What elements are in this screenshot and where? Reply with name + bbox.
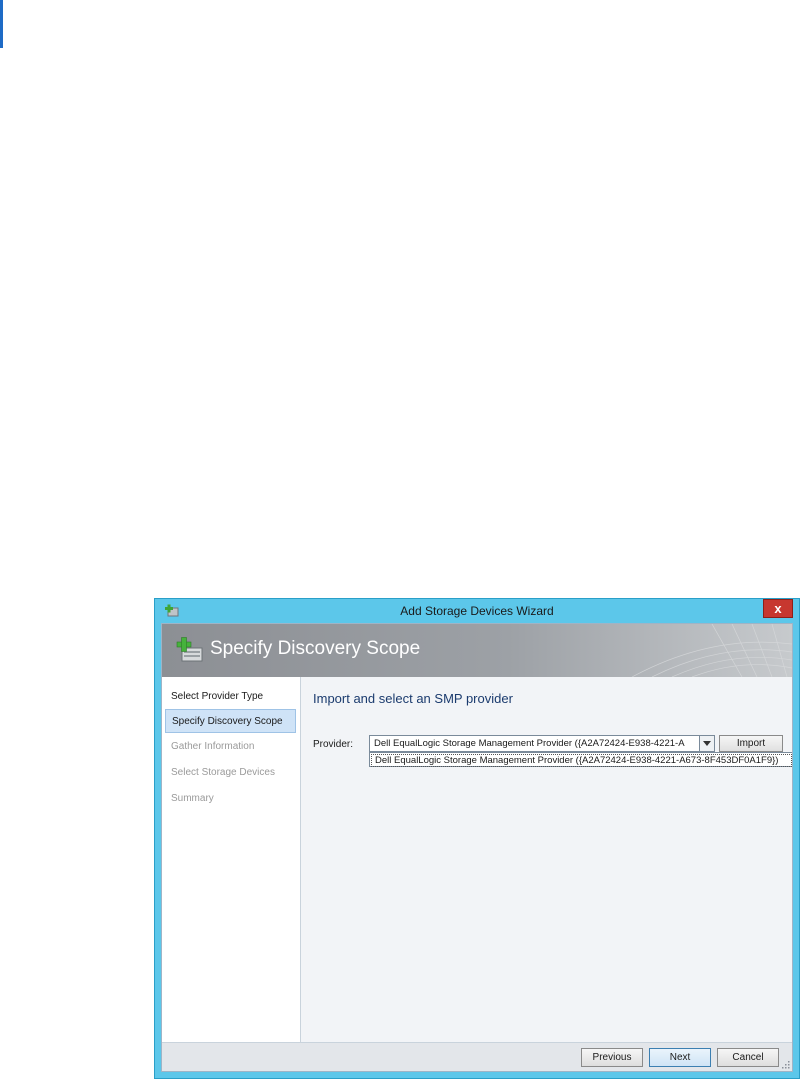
step-select-provider-type[interactable]: Select Provider Type bbox=[165, 685, 296, 709]
provider-select[interactable]: Dell EqualLogic Storage Management Provi… bbox=[369, 735, 715, 752]
resize-grip-icon[interactable] bbox=[782, 1061, 790, 1069]
chevron-down-icon bbox=[703, 741, 711, 746]
previous-button[interactable]: Previous bbox=[581, 1048, 643, 1067]
provider-select-value: Dell EqualLogic Storage Management Provi… bbox=[374, 738, 685, 749]
step-summary: Summary bbox=[171, 793, 214, 804]
step-select-storage-devices: Select Storage Devices bbox=[171, 767, 275, 778]
section-heading: Import and select an SMP provider bbox=[313, 691, 513, 706]
next-button[interactable]: Next bbox=[649, 1048, 711, 1067]
page-edge-accent bbox=[0, 0, 3, 48]
title-bar[interactable]: Add Storage Devices Wizard x bbox=[155, 599, 799, 623]
import-button[interactable]: Import bbox=[719, 735, 783, 752]
step-specify-discovery-scope[interactable]: Specify Discovery Scope bbox=[165, 709, 296, 733]
close-button[interactable]: x bbox=[763, 599, 793, 618]
banner-decoration bbox=[631, 624, 792, 677]
cancel-button[interactable]: Cancel bbox=[717, 1048, 779, 1067]
provider-dropdown-list: Dell EqualLogic Storage Management Provi… bbox=[369, 752, 792, 767]
wizard-window: Add Storage Devices Wizard x Specify Dis… bbox=[154, 598, 800, 1079]
wizard-body: Specify Discovery Scope Select Provider … bbox=[161, 623, 793, 1072]
add-storage-icon bbox=[176, 637, 203, 662]
wizard-steps: Select Provider Type Specify Discovery S… bbox=[162, 677, 301, 1043]
window-title: Add Storage Devices Wizard bbox=[400, 604, 554, 618]
page-title: Specify Discovery Scope bbox=[210, 638, 421, 659]
main-content: Import and select an SMP provider Provid… bbox=[301, 677, 792, 1043]
provider-label: Provider: bbox=[313, 739, 354, 750]
provider-option[interactable]: Dell EqualLogic Storage Management Provi… bbox=[371, 754, 792, 767]
step-gather-information: Gather Information bbox=[171, 741, 255, 752]
header-banner: Specify Discovery Scope bbox=[162, 624, 792, 677]
wizard-footer: Previous Next Cancel bbox=[162, 1042, 792, 1071]
dropdown-button[interactable] bbox=[699, 736, 714, 751]
